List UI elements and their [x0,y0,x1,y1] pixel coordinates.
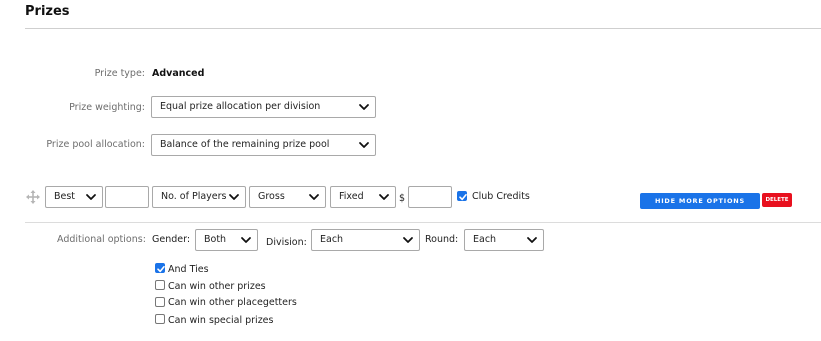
division-value: Each [320,234,344,245]
score-type-value: Gross [258,191,285,202]
position-count-input[interactable] [105,186,149,208]
checkmark-icon [156,264,166,274]
chevron-down-icon [228,191,240,203]
can-win-other-placegetters-checkbox[interactable] [155,297,165,307]
division-select[interactable]: Each [311,229,420,251]
round-label: Round: [425,234,459,245]
division-label: Division: [266,237,307,248]
prize-pool-value: Balance of the remaining prize pool [160,139,330,150]
can-win-special-prizes-label: Can win special prizes [168,315,274,326]
amount-input[interactable] [408,186,452,208]
club-credits-checkbox[interactable] [457,191,467,201]
round-select[interactable]: Each [464,229,544,251]
chevron-down-icon [358,139,370,151]
prize-pool-label: Prize pool allocation: [46,139,145,150]
delete-button[interactable]: DELETE [762,193,792,207]
can-win-other-placegetters-label: Can win other placegetters [168,297,297,308]
best-select[interactable]: Best [45,186,103,208]
gender-select[interactable]: Both [195,229,258,251]
hide-more-options-button[interactable]: HIDE MORE OPTIONS [640,193,760,209]
chevron-down-icon [240,234,252,246]
round-value: Each [473,234,497,245]
prize-weighting-value: Equal prize allocation per division [160,101,321,112]
best-value: Best [54,191,76,202]
title-divider [25,28,821,29]
prize-type-label: Prize type: [94,68,145,79]
row-divider [25,222,821,223]
prize-weighting-label: Prize weighting: [69,102,145,113]
criteria-select[interactable]: No. of Players [152,186,246,208]
prize-type-value: Advanced [152,68,205,79]
gender-value: Both [204,234,227,245]
can-win-special-prizes-checkbox[interactable] [155,314,165,324]
additional-options-label: Additional options: [57,234,146,245]
prize-weighting-select[interactable]: Equal prize allocation per division [151,96,376,118]
move-icon[interactable] [26,190,40,204]
chevron-down-icon [85,191,97,203]
can-win-other-prizes-checkbox[interactable] [155,280,165,290]
chevron-down-icon [526,234,538,246]
can-win-other-prizes-label: Can win other prizes [168,281,266,292]
score-type-select[interactable]: Gross [249,186,326,208]
and-ties-label: And Ties [168,264,209,275]
chevron-down-icon [378,191,390,203]
prize-pool-select[interactable]: Balance of the remaining prize pool [151,134,376,156]
gender-label: Gender: [152,234,191,245]
checkmark-icon [458,192,468,202]
criteria-value: No. of Players [161,191,227,202]
currency-symbol: $ [399,193,406,204]
chevron-down-icon [358,101,370,113]
amount-type-select[interactable]: Fixed [330,186,396,208]
page-title: Prizes [25,4,70,19]
club-credits-label: Club Credits [472,191,530,202]
and-ties-checkbox[interactable] [155,263,165,273]
chevron-down-icon [308,191,320,203]
chevron-down-icon [402,234,414,246]
amount-type-value: Fixed [339,191,364,202]
